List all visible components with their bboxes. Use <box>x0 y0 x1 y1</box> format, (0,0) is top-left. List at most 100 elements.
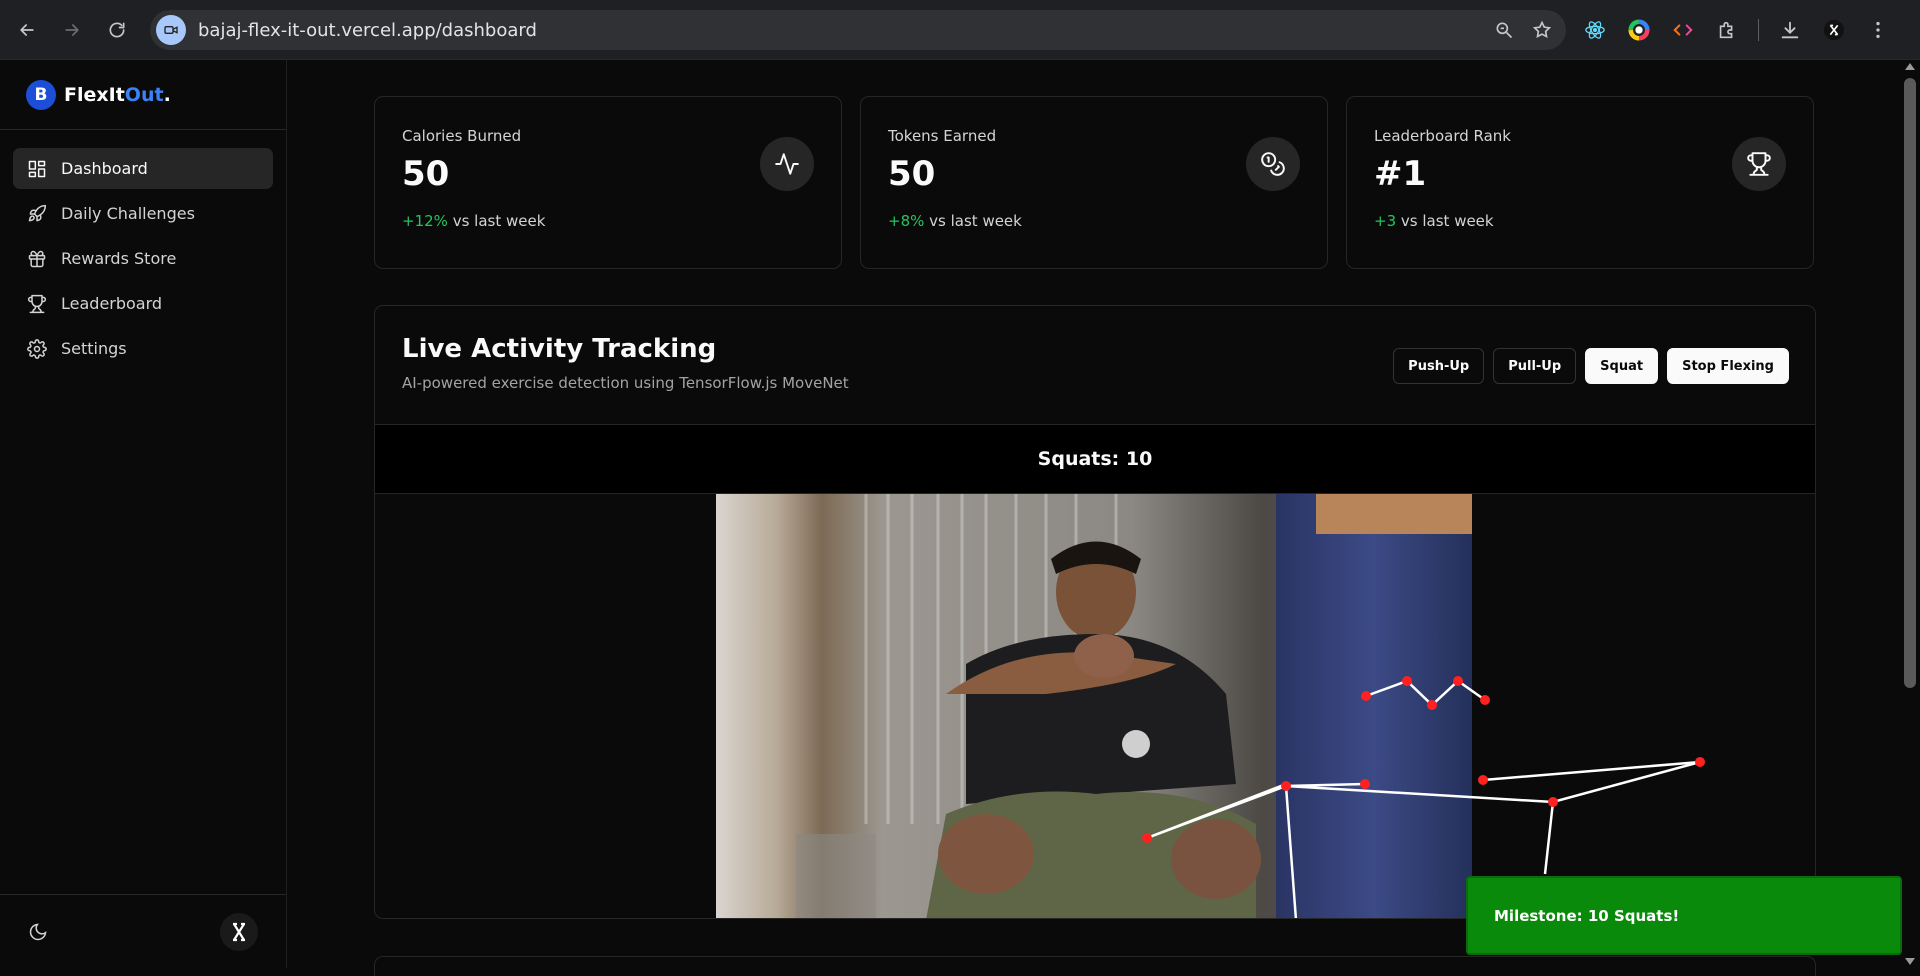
moon-icon[interactable] <box>28 922 48 942</box>
stat-delta-suffix: vs last week <box>452 212 546 230</box>
dashboard-icon <box>28 160 46 177</box>
sidebar-item-rewards-store[interactable]: Rewards Store <box>13 238 273 279</box>
gift-icon <box>28 250 46 267</box>
sidebar-item-label: Rewards Store <box>61 249 177 268</box>
squat-button[interactable]: Squat <box>1585 348 1659 384</box>
user-avatar[interactable] <box>220 912 258 951</box>
stat-card-rank: Leaderboard Rank #1 +3 vs last week <box>1346 96 1814 269</box>
coins-icon <box>1261 152 1285 176</box>
reload-button[interactable] <box>99 12 135 48</box>
trophy-icon <box>1747 152 1771 176</box>
stat-label: Leaderboard Rank <box>1374 127 1511 145</box>
milestone-toast[interactable]: Milestone: 10 Squats! <box>1466 876 1902 955</box>
color-picker-extension[interactable] <box>1626 17 1652 43</box>
reload-icon <box>109 22 125 38</box>
brand-logo: B <box>26 79 56 110</box>
sidebar-item-settings[interactable]: Settings <box>13 328 273 369</box>
tracking-header: Live Activity Tracking AI-powered exerci… <box>375 306 1815 425</box>
stat-delta-value: +3 <box>1374 212 1397 230</box>
scroll-down-arrow-icon[interactable] <box>1905 958 1915 965</box>
keypoint <box>1695 757 1705 767</box>
zoom-icon[interactable] <box>1494 20 1514 40</box>
arrow-left-icon <box>20 23 34 36</box>
trophy-icon <box>27 294 47 313</box>
react-devtools-extension[interactable] <box>1582 17 1608 43</box>
stat-delta: +8% vs last week <box>888 212 1300 230</box>
more-vertical-icon <box>1876 21 1880 39</box>
next-card-edge <box>374 956 1816 976</box>
back-button[interactable] <box>9 12 45 48</box>
camera-icon <box>164 26 178 34</box>
browser-menu-button[interactable] <box>1865 17 1891 43</box>
video-area <box>375 494 1815 918</box>
profile-button[interactable] <box>1821 17 1847 43</box>
stat-delta-suffix: vs last week <box>929 212 1022 230</box>
stat-delta-suffix: vs last week <box>1400 212 1494 230</box>
stat-value: 50 <box>888 154 936 194</box>
keypoint <box>1548 797 1558 807</box>
scroll-up-arrow-icon[interactable] <box>1905 63 1915 70</box>
stat-icon-badge <box>760 137 814 191</box>
pullup-button[interactable]: Pull-Up <box>1493 348 1577 384</box>
profile-avatar-icon <box>1823 19 1845 41</box>
sidebar-nav: Dashboard Daily Challenges Rewards Store… <box>0 130 286 369</box>
webcam-feed <box>716 494 1472 918</box>
stat-label: Tokens Earned <box>888 127 997 145</box>
main-content: Calories Burned 50 +12% vs last week Tok… <box>288 60 1900 976</box>
brand-name-dot: . <box>163 83 171 106</box>
sidebar-item-label: Leaderboard <box>61 294 163 313</box>
sidebar-item-label: Settings <box>61 339 127 358</box>
code-icon <box>1673 24 1693 36</box>
url-text[interactable]: bajaj-flex-it-out.vercel.app/dashboard <box>198 20 537 41</box>
sidebar-item-leaderboard[interactable]: Leaderboard <box>13 283 273 324</box>
puzzle-icon <box>1719 21 1733 39</box>
forward-button[interactable] <box>54 12 90 48</box>
site-info-button[interactable] <box>156 15 186 45</box>
sidebar-item-dashboard[interactable]: Dashboard <box>13 148 273 189</box>
keypoint <box>1478 775 1488 785</box>
sidebar-item-label: Daily Challenges <box>61 204 195 223</box>
stat-delta-value: +8% <box>888 212 925 230</box>
brand-name: FlexItOut. <box>64 84 171 106</box>
user-logo-icon <box>233 922 245 941</box>
stat-card-calories: Calories Burned 50 +12% vs last week <box>374 96 842 269</box>
stat-icon-badge <box>1246 137 1300 191</box>
address-bar[interactable]: bajaj-flex-it-out.vercel.app/dashboard <box>150 10 1566 50</box>
gear-icon <box>27 338 47 359</box>
stat-card-tokens: Tokens Earned 50 +8% vs last week <box>860 96 1328 269</box>
color-wheel-icon <box>1628 19 1650 41</box>
activity-icon <box>775 153 799 175</box>
stat-icon-badge <box>1732 137 1786 191</box>
rocket-icon <box>28 204 47 221</box>
keypoint <box>1480 695 1490 705</box>
stat-value: 50 <box>402 154 450 194</box>
sidebar-item-label: Dashboard <box>61 159 148 178</box>
stat-label: Calories Burned <box>402 127 522 145</box>
rep-counter: Squats: 10 <box>375 425 1815 494</box>
react-icon <box>1585 21 1605 39</box>
stat-delta: +3 vs last week <box>1374 212 1786 230</box>
browser-toolbar: bajaj-flex-it-out.vercel.app/dashboard <box>0 0 1920 60</box>
brand-name-first: FlexIt <box>64 83 125 106</box>
right-torso-link <box>1543 801 1555 875</box>
live-tracking-card: Live Activity Tracking AI-powered exerci… <box>374 305 1816 919</box>
code-extension[interactable] <box>1670 17 1696 43</box>
brand-name-accent: Out <box>124 83 164 106</box>
webcam-image <box>716 494 1472 918</box>
exercise-buttons: Push-Up Pull-Up Squat Stop Flexing <box>1393 348 1789 384</box>
extensions-button[interactable] <box>1714 17 1740 43</box>
stats-row: Calories Burned 50 +12% vs last week Tok… <box>374 96 1814 269</box>
scrollbar-thumb[interactable] <box>1904 78 1916 688</box>
sidebar-item-daily-challenges[interactable]: Daily Challenges <box>13 193 273 234</box>
stat-delta-value: +12% <box>402 212 448 230</box>
page-scrollbar[interactable] <box>1900 60 1920 968</box>
pushup-button[interactable]: Push-Up <box>1393 348 1485 384</box>
arrow-right-icon <box>65 23 79 36</box>
stop-flexing-button[interactable]: Stop Flexing <box>1667 348 1789 384</box>
star-icon[interactable] <box>1532 20 1552 40</box>
stat-value: #1 <box>1374 154 1427 194</box>
toolbar-divider <box>1758 19 1759 41</box>
brand[interactable]: B FlexItOut. <box>0 60 286 130</box>
downloads-button[interactable] <box>1777 17 1803 43</box>
download-icon <box>1781 21 1799 39</box>
